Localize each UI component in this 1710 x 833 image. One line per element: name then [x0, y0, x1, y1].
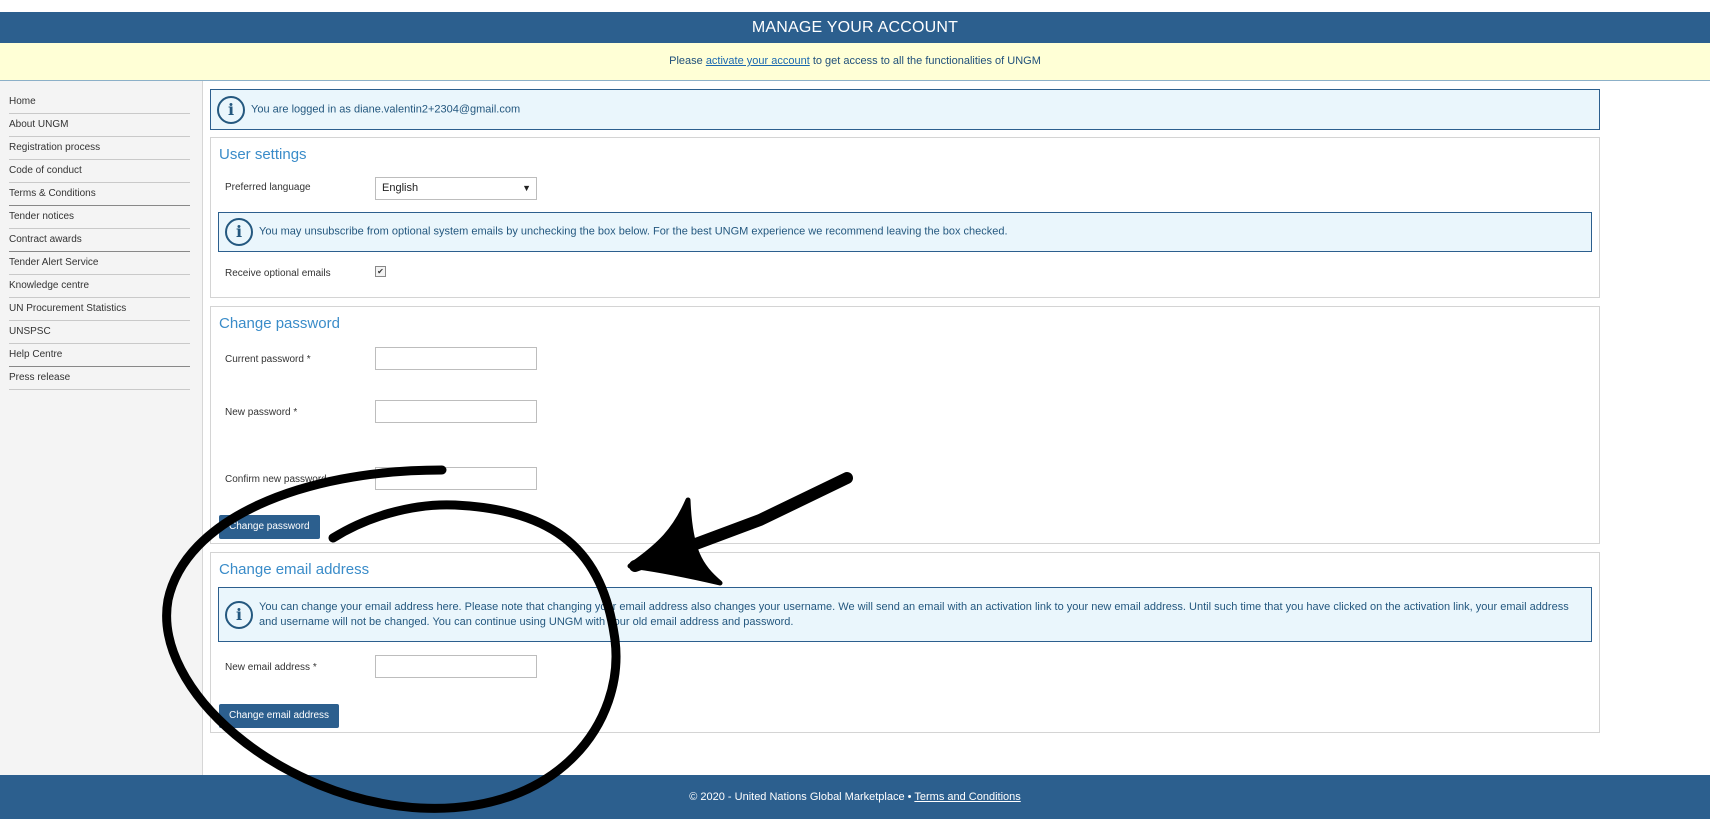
sidebar-item-registration-process[interactable]: Registration process [9, 137, 190, 160]
email-preferences-info-box: i You may unsubscribe from optional syst… [218, 212, 1592, 252]
change-email-panel: Change email address i You can change yo… [210, 552, 1600, 733]
change-email-info-box: i You can change your email address here… [218, 587, 1592, 642]
sidebar-item-tender-notices[interactable]: Tender notices [9, 206, 190, 229]
sidebar: Home About UNGM Registration process Cod… [0, 81, 203, 775]
confirm-password-input[interactable] [375, 467, 537, 490]
sidebar-item-knowledge-centre[interactable]: Knowledge centre [9, 275, 190, 298]
login-info-box: i You are logged in as diane.valentin2+2… [210, 89, 1600, 130]
preferred-language-value: English [382, 182, 419, 194]
sidebar-item-help-centre[interactable]: Help Centre [9, 344, 190, 367]
new-password-label: New password * [225, 407, 298, 418]
sidebar-item-contract-awards[interactable]: Contract awards [9, 229, 190, 252]
footer-terms-link[interactable]: Terms and Conditions [914, 791, 1020, 803]
sidebar-item-press-release[interactable]: Press release [9, 367, 190, 390]
activation-notice: Please activate your account to get acce… [0, 43, 1710, 81]
page-footer: © 2020 - United Nations Global Marketpla… [0, 775, 1710, 819]
sidebar-item-home[interactable]: Home [9, 91, 190, 114]
change-password-title: Change password [219, 315, 340, 332]
change-password-button[interactable]: Change password [219, 515, 320, 539]
preferred-language-label: Preferred language [225, 182, 311, 193]
page-header: MANAGE YOUR ACCOUNT [0, 12, 1710, 43]
current-password-input[interactable] [375, 347, 537, 370]
sidebar-item-procurement-statistics[interactable]: UN Procurement Statistics [9, 298, 190, 321]
optional-emails-checkbox[interactable]: ✔ [375, 266, 386, 277]
current-password-label: Current password * [225, 354, 311, 365]
change-email-info-text: You can change your email address here. … [259, 600, 1569, 628]
notice-suffix: to get access to all the functionalities… [809, 55, 1041, 67]
change-email-button[interactable]: Change email address [219, 704, 340, 728]
user-settings-title: User settings [219, 146, 307, 163]
preferred-language-select[interactable]: English ▼ [375, 177, 537, 200]
activate-account-link[interactable]: activate your account [706, 55, 810, 67]
user-settings-panel: User settings Preferred language English… [210, 137, 1600, 298]
info-icon: i [225, 218, 253, 246]
sidebar-item-terms-conditions[interactable]: Terms & Conditions [9, 183, 190, 206]
new-email-input[interactable] [375, 655, 537, 678]
change-password-panel: Change password Current password * New p… [210, 306, 1600, 544]
footer-copyright: © 2020 - United Nations Global Marketpla… [689, 791, 915, 803]
sidebar-menu: Home About UNGM Registration process Cod… [9, 91, 190, 390]
optional-emails-label: Receive optional emails [225, 268, 331, 279]
page-title: MANAGE YOUR ACCOUNT [751, 19, 959, 36]
login-info-text: You are logged in as diane.valentin2+230… [251, 103, 521, 115]
change-email-title: Change email address [219, 561, 370, 578]
new-password-input[interactable] [375, 400, 537, 423]
email-preferences-info-text: You may unsubscribe from optional system… [259, 225, 1008, 238]
caret-down-icon: ▼ [522, 183, 531, 193]
new-email-label: New email address * [225, 662, 317, 673]
info-icon: i [225, 600, 253, 629]
confirm-password-label: Confirm new password [225, 474, 327, 485]
sidebar-item-code-of-conduct[interactable]: Code of conduct [9, 160, 190, 183]
sidebar-item-about-ungm[interactable]: About UNGM [9, 114, 190, 137]
notice-prefix: Please [669, 55, 706, 67]
sidebar-item-tender-alert-service[interactable]: Tender Alert Service [9, 252, 190, 275]
info-icon: i [217, 95, 245, 124]
sidebar-item-unspsc[interactable]: UNSPSC [9, 321, 190, 344]
